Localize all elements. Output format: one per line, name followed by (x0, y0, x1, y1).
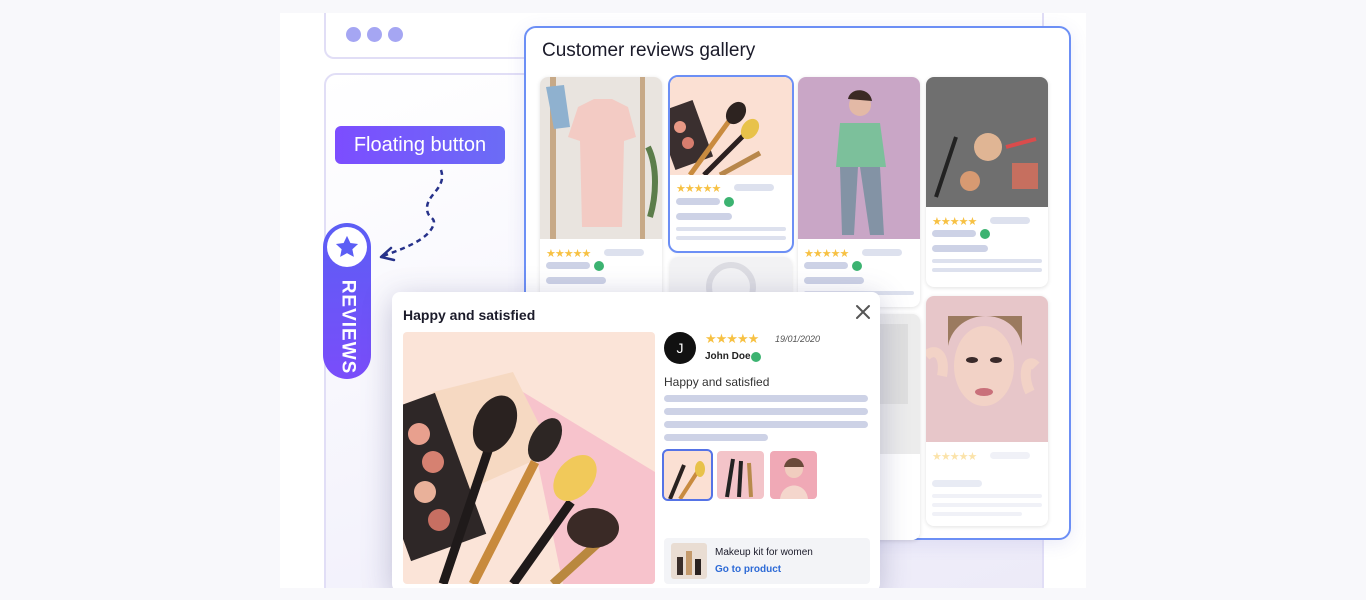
author-name: John Doe (705, 351, 751, 362)
makeup-photo (670, 77, 792, 175)
placeholder-bar (604, 249, 644, 256)
faded-overlay (926, 442, 1048, 526)
cosmetics-photo (926, 77, 1048, 207)
placeholder-bar (804, 277, 864, 284)
modal-title: Happy and satisfied (403, 307, 536, 323)
rating-stars: ★★★★★ (705, 331, 759, 346)
placeholder-bar (664, 408, 868, 415)
verified-icon (724, 197, 734, 207)
floating-button-label: Floating button (335, 126, 505, 164)
placeholder-bar (932, 259, 1042, 263)
thumbnail-woman-portrait[interactable] (770, 451, 817, 499)
product-thumbnail (671, 543, 707, 579)
review-card-cosmetics[interactable]: ★★★★★ (926, 77, 1048, 287)
window-dot (346, 27, 361, 42)
star-icon (327, 227, 367, 267)
placeholder-bar (932, 268, 1042, 272)
portrait-photo (926, 296, 1048, 442)
placeholder-bar (676, 198, 720, 205)
thumbnail-image (664, 451, 711, 499)
review-text: Happy and satisfied (664, 375, 770, 389)
verified-icon (751, 352, 761, 362)
window-dot (367, 27, 382, 42)
thumbnail-image (717, 451, 764, 499)
placeholder-bar (862, 249, 902, 256)
page-canvas: Floating button REVIEWS Customer reviews… (280, 13, 1086, 588)
woman-photo (798, 77, 920, 239)
avatar: J (664, 332, 696, 364)
dashed-arrow-icon (379, 169, 444, 262)
verified-icon (594, 261, 604, 271)
placeholder-bar (664, 434, 768, 441)
thumbnail-makeup-brushes[interactable] (662, 449, 713, 501)
review-card-woman[interactable]: ★★★★★ (798, 77, 920, 307)
placeholder-bar (676, 236, 786, 240)
review-modal: Happy and satisfied J ★★★★★ 19/01/2020 J… (392, 292, 880, 588)
close-icon[interactable] (854, 303, 872, 321)
review-card-portrait[interactable]: ★★★★★ (926, 296, 1048, 526)
go-to-product-link[interactable]: Go to product (715, 564, 781, 575)
product-card[interactable]: Makeup kit for women Go to product (664, 538, 870, 584)
placeholder-bar (664, 395, 868, 402)
review-main-photo[interactable] (403, 332, 655, 584)
shirt-photo (540, 77, 662, 239)
card-stars: ★★★★★ (546, 248, 591, 260)
review-card-shirt[interactable]: ★★★★★ (540, 77, 662, 307)
placeholder-bar (990, 217, 1030, 224)
product-name: Makeup kit for women (715, 547, 813, 558)
review-date: 19/01/2020 (775, 334, 821, 344)
placeholder-bar (932, 245, 988, 252)
review-card-makeup[interactable]: ★★★★★ (668, 75, 794, 253)
thumbnail-brush-set[interactable] (717, 451, 764, 499)
thumbnail-image (770, 451, 817, 499)
verified-icon (980, 229, 990, 239)
window-dot (388, 27, 403, 42)
placeholder-bar (546, 277, 606, 284)
placeholder-bar (546, 262, 590, 269)
placeholder-bar (676, 227, 786, 231)
reviews-tab-text: REVIEWS (337, 279, 358, 375)
card-stars: ★★★★★ (932, 216, 977, 228)
window-dots (346, 27, 403, 42)
card-stars: ★★★★★ (676, 183, 721, 195)
placeholder-bar (932, 230, 976, 237)
placeholder-bar (734, 184, 774, 191)
placeholder-bar (804, 262, 848, 269)
placeholder-bar (676, 213, 732, 220)
gallery-title: Customer reviews gallery (542, 40, 756, 61)
card-stars: ★★★★★ (804, 248, 849, 260)
verified-icon (852, 261, 862, 271)
product-image (671, 543, 707, 579)
reviews-floating-button[interactable]: REVIEWS (323, 223, 371, 379)
placeholder-bar (664, 421, 868, 428)
makeup-brushes-photo (403, 332, 655, 584)
